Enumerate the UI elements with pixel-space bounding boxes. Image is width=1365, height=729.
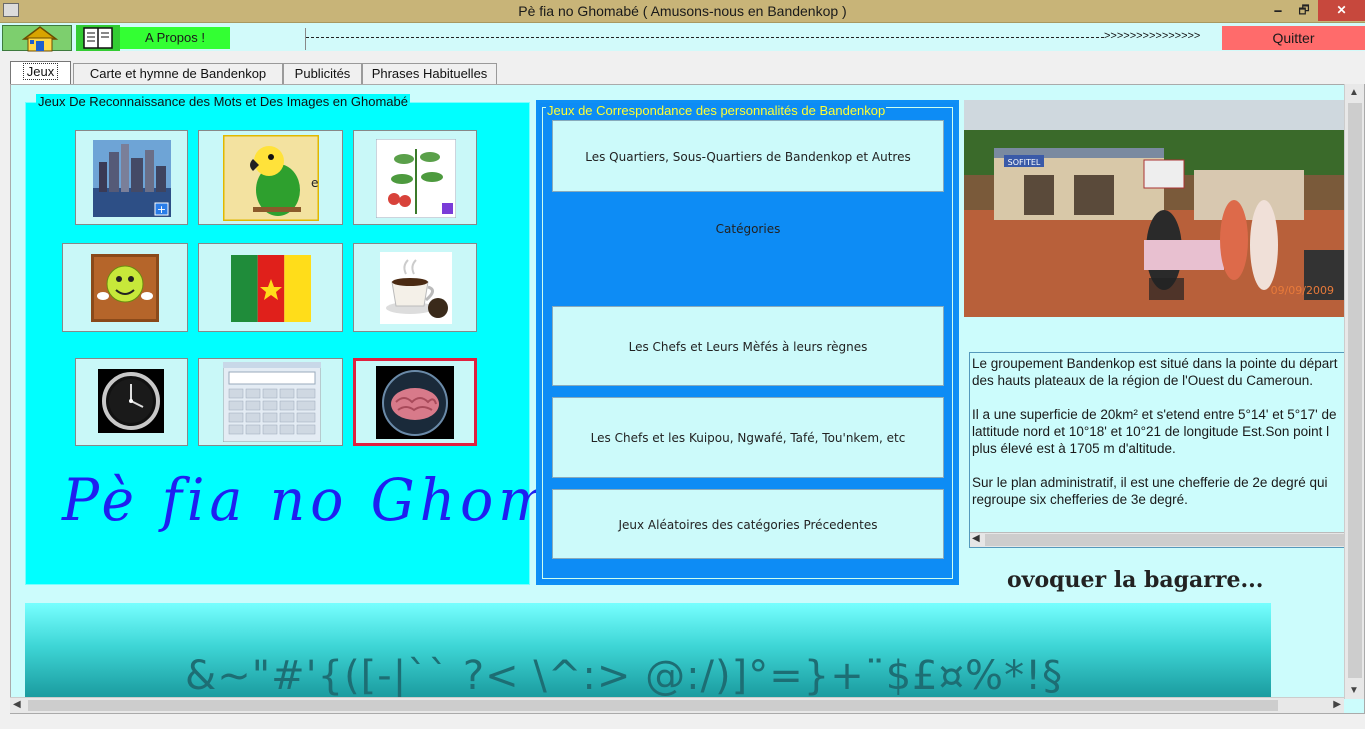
info-line: Il a une superficie de 20km² et s'etend …: [972, 407, 1337, 422]
book-icon: [83, 27, 113, 49]
home-button[interactable]: [2, 25, 72, 52]
group-legend: Jeux de Correspondance des personnalités…: [546, 103, 887, 118]
group-legend: Jeux De Reconnaissance des Mots et Des I…: [36, 94, 410, 109]
info-line: plus élevé est à 1705 m d'altitude.: [972, 441, 1176, 456]
scroll-down-icon[interactable]: ▼: [1349, 685, 1359, 696]
scroll-right-icon[interactable]: ▶: [1333, 699, 1341, 710]
scroll-left-icon[interactable]: ◀: [13, 699, 21, 710]
marquee-arrows: >>>>>>>>>>>>>>>: [1104, 30, 1201, 42]
window-bottom-edge: [0, 714, 1365, 729]
scrollbar-thumb[interactable]: [985, 534, 1353, 546]
chefs-mefes-game-button[interactable]: Les Chefs et Leurs Mèfés à leurs règnes: [552, 306, 944, 386]
plant-icon: [376, 139, 456, 218]
minimize-button[interactable]: 🗕: [1264, 0, 1292, 21]
cameroon-flag-icon: [231, 255, 311, 322]
tab-publicites[interactable]: Publicités: [283, 63, 362, 84]
clock-game-tile[interactable]: [75, 358, 188, 446]
close-button[interactable]: ✕: [1318, 0, 1365, 21]
personality-match-group: Jeux de Correspondance des personnalités…: [536, 100, 959, 585]
quartiers-game-button[interactable]: Les Quartiers, Sous-Quartiers de Bandenk…: [552, 120, 944, 236]
bandenkop-info-textbox[interactable]: Le groupement Bandenkop est situé dans l…: [969, 352, 1354, 548]
plant-game-tile[interactable]: [353, 130, 477, 225]
info-line: regroupe six chefferies de 3e degré.: [972, 492, 1188, 507]
window-title: Pè fia no Ghomabé ( Amusons-nous en Band…: [518, 3, 847, 19]
calculator-game-tile[interactable]: [198, 358, 343, 446]
coffee-cup-icon: [380, 252, 452, 324]
smiley-icon: [91, 254, 159, 322]
calculator-icon: [223, 362, 321, 442]
svg-text:+: +: [157, 203, 166, 216]
random-game-button[interactable]: Jeux Aléatoires des catégories Précedent…: [552, 489, 944, 559]
smiley-game-tile[interactable]: [62, 243, 188, 332]
book-button[interactable]: [76, 25, 120, 51]
parrot-icon: e: [223, 135, 319, 221]
quit-button[interactable]: Quitter: [1222, 26, 1365, 50]
coffee-game-tile[interactable]: [353, 243, 477, 332]
chefs-kuipou-game-button[interactable]: Les Chefs et les Kuipou, Ngwafé, Tafé, T…: [552, 397, 944, 478]
tab-phrases[interactable]: Phrases Habituelles: [362, 63, 497, 84]
parrot-game-tile[interactable]: e: [198, 130, 343, 225]
photo-sign-text: SOFITEL: [1008, 158, 1041, 167]
house-icon: [21, 26, 59, 52]
band-characters: &~"#'{([-|`` ?< \^:> @:/)]°=}+¨$£¤%*!§: [185, 653, 1064, 698]
street-scene-image: SOFITEL 09/09/2009: [964, 100, 1354, 317]
vertical-scrollbar[interactable]: ▲ ▼: [1344, 84, 1364, 699]
marquee-bar: >>>>>>>>>>>>>>>: [305, 28, 1222, 50]
info-line: lattitude nord et 10°18' et 10°21 de lon…: [972, 424, 1330, 439]
city-game-tile[interactable]: +: [75, 130, 188, 225]
tab-carte-hymne[interactable]: Carte et hymne de Bandenkop: [73, 63, 283, 84]
tab-jeux[interactable]: Jeux: [10, 61, 71, 84]
bandenkop-photo: SOFITEL 09/09/2009: [964, 100, 1354, 317]
scrollbar-thumb[interactable]: [28, 700, 1278, 711]
photo-date-stamp: 09/09/2009: [1271, 284, 1334, 297]
jeux-panel: Jeux De Reconnaissance des Mots et Des I…: [10, 84, 1365, 714]
flag-game-tile[interactable]: [198, 243, 343, 332]
word-image-games-group: Jeux De Reconnaissance des Mots et Des I…: [25, 94, 666, 585]
marquee-dashed-line: [306, 37, 1104, 38]
scrolling-caption: ovoquer la bagarre...: [1007, 567, 1264, 593]
special-characters-band: &~"#'{([-|`` ?< \^:> @:/)]°=}+¨$£¤%*!§: [25, 603, 1271, 698]
svg-text:e: e: [311, 176, 318, 190]
scroll-up-icon[interactable]: ▲: [1349, 87, 1359, 98]
info-line: Sur le plan administratif, il est une ch…: [972, 475, 1328, 490]
horizontal-scrollbar[interactable]: ◀ ▶: [10, 697, 1344, 713]
apropos-button[interactable]: A Propos !: [120, 27, 230, 49]
brain-game-tile[interactable]: [353, 358, 477, 446]
maximize-button[interactable]: 🗗: [1290, 0, 1318, 21]
city-skyline-icon: +: [93, 140, 171, 217]
info-line: des hauts plateaux de la région de l'Oue…: [972, 373, 1314, 388]
scroll-left-icon[interactable]: ◀: [972, 533, 980, 544]
title-bar: Pè fia no Ghomabé ( Amusons-nous en Band…: [0, 0, 1365, 23]
info-line: Le groupement Bandenkop est situé dans l…: [972, 356, 1338, 371]
scrollbar-thumb[interactable]: [1348, 103, 1362, 678]
clock-icon: [98, 369, 164, 433]
brain-globe-icon: [376, 366, 454, 439]
textbox-horizontal-scrollbar[interactable]: ◀: [970, 532, 1353, 547]
